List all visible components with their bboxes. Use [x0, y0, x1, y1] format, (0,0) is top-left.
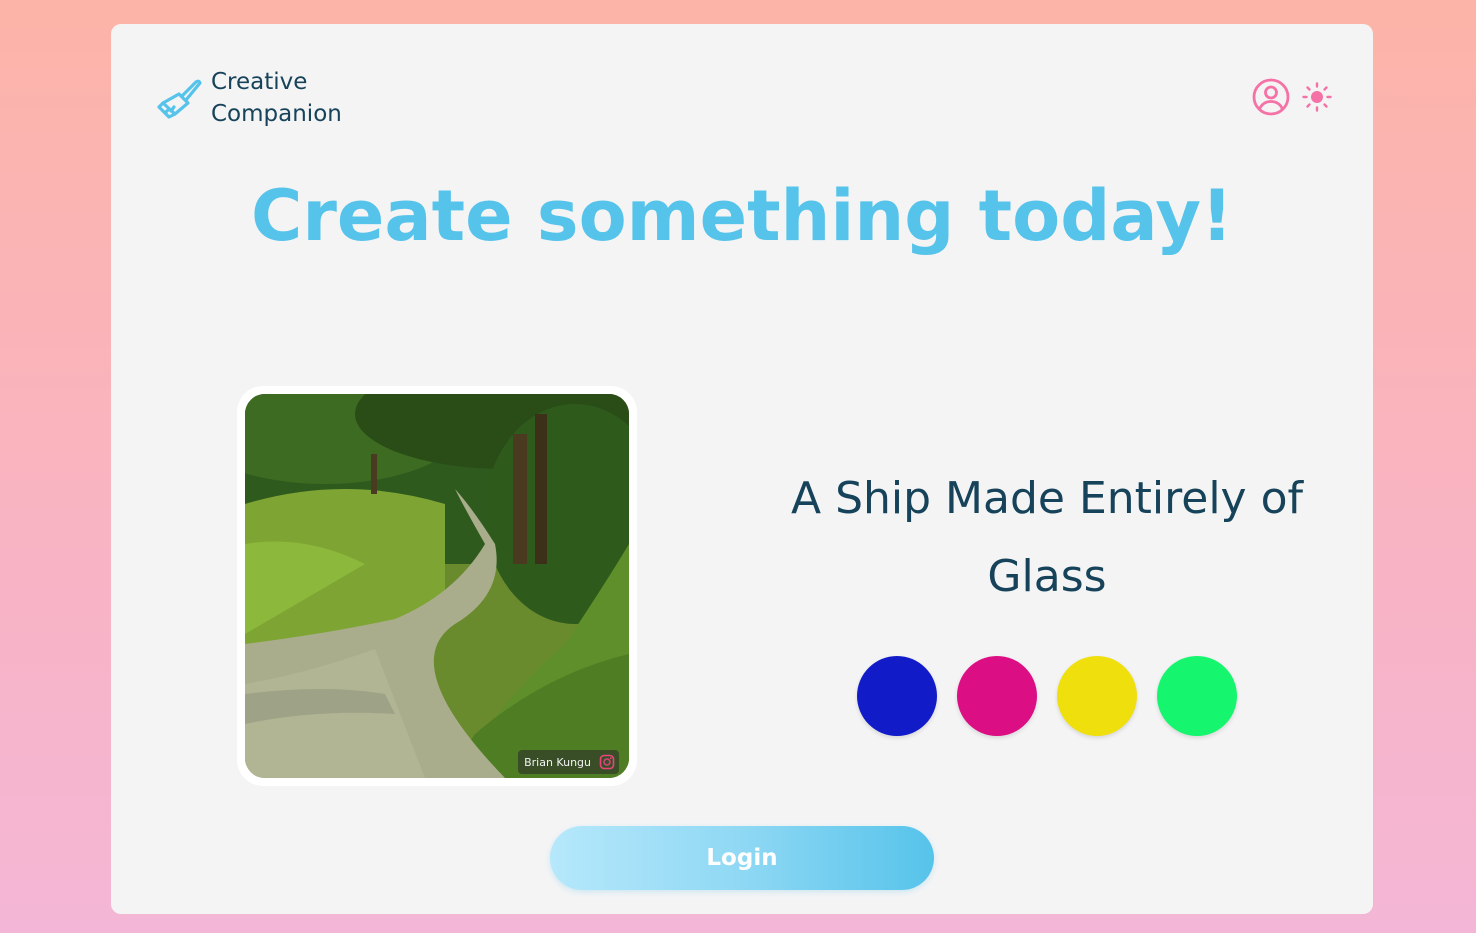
app-name-line2: Companion: [211, 101, 342, 127]
header-actions: [1251, 77, 1333, 117]
app-logo[interactable]: Creative Companion: [155, 66, 342, 130]
paintbrush-icon: [157, 79, 202, 119]
color-palette: [857, 656, 1237, 736]
main-card: Creative Companion Create something toda…: [111, 24, 1373, 914]
app-name: Creative Companion: [211, 66, 342, 130]
login-button[interactable]: Login: [550, 826, 934, 890]
color-swatch-4[interactable]: [1157, 656, 1237, 736]
instagram-icon: [599, 754, 615, 770]
forest-road-image: [245, 394, 629, 778]
photo-credit-name: Brian Kungu: [524, 755, 591, 769]
app-name-line1: Creative: [211, 69, 308, 95]
page-headline: Create something today!: [251, 175, 1233, 257]
sun-icon[interactable]: [1301, 81, 1333, 113]
inspiration-photo-frame: Brian Kungu: [237, 386, 637, 786]
creative-prompt: A Ship Made Entirely of Glass: [791, 473, 1303, 602]
color-swatch-3[interactable]: [1057, 656, 1137, 736]
color-swatch-2[interactable]: [957, 656, 1037, 736]
photo-credit[interactable]: Brian Kungu: [518, 750, 619, 774]
inspiration-photo: Brian Kungu: [245, 394, 629, 778]
user-circle-icon[interactable]: [1251, 77, 1291, 117]
color-swatch-1[interactable]: [857, 656, 937, 736]
